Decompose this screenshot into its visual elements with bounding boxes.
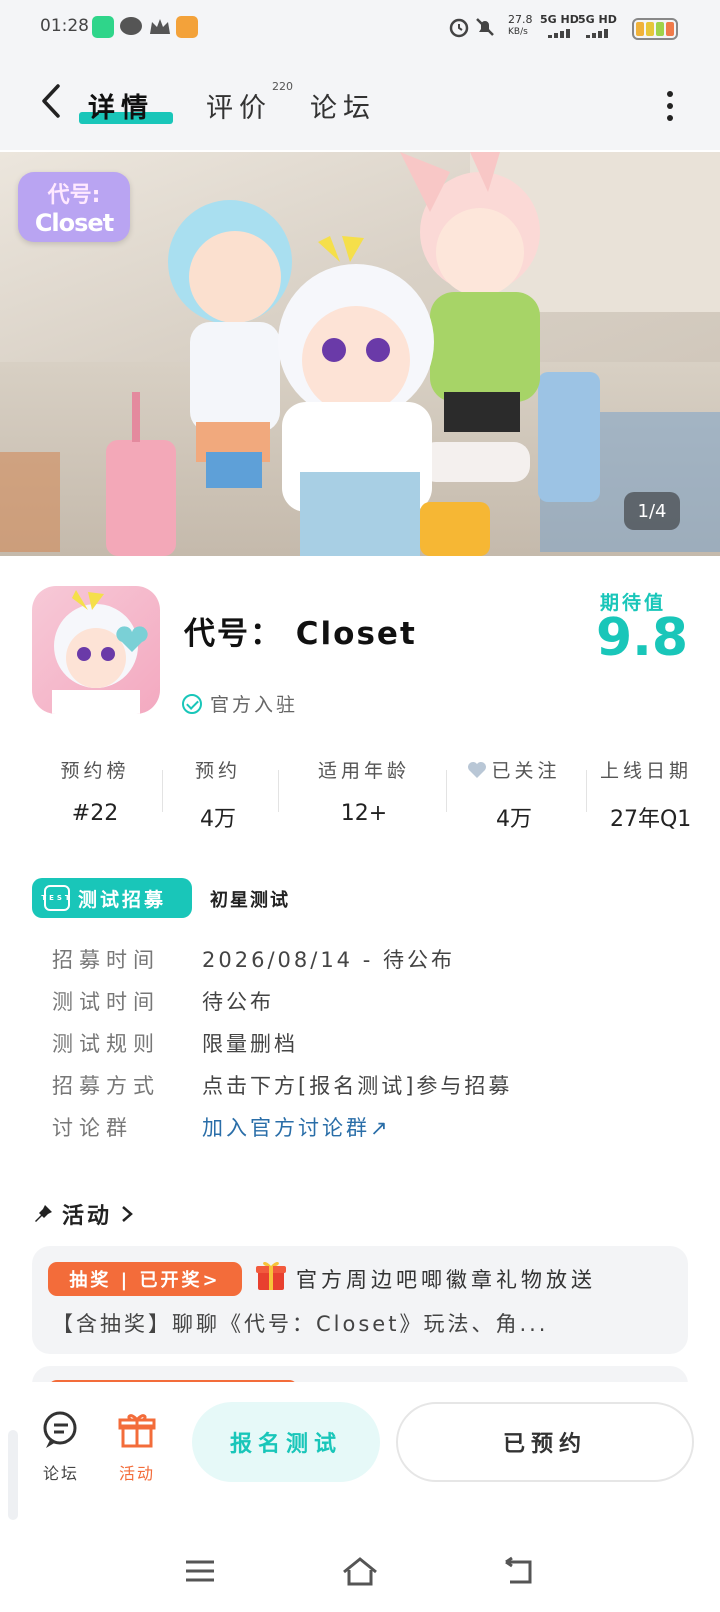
gift-box-icon	[118, 1414, 156, 1448]
official-verified: 官方入驻	[182, 690, 298, 717]
back-nav-icon[interactable]	[502, 1556, 536, 1586]
battery-icon	[632, 18, 678, 40]
status-time: 01:28	[40, 16, 89, 36]
expectation-score: 9.8	[596, 608, 689, 668]
test-recruitment-badge: TEST 测试招募	[32, 878, 192, 918]
system-nav-bar	[0, 1532, 720, 1612]
reviews-count-badge: 220	[272, 80, 293, 93]
app-notification-icon	[92, 16, 114, 38]
message-icon	[120, 17, 142, 35]
tab-reviews[interactable]: 评价	[206, 86, 272, 125]
stats-row: 预约榜 #22 预约 4万 适用年龄 12+ 已关注 4万 上线日期 27年Q1	[0, 756, 720, 836]
forum-chat-icon	[43, 1411, 77, 1448]
signal-bars-1	[548, 28, 572, 38]
stat-age-rating[interactable]: 适用年龄 12+	[298, 756, 430, 826]
test-icon: TEST	[41, 885, 70, 911]
join-test-button[interactable]: 报名测试	[192, 1402, 380, 1482]
stat-rank[interactable]: 预约榜 #22	[40, 756, 150, 826]
more-menu-icon[interactable]	[664, 88, 676, 124]
hero-banner[interactable]: 代号: Closet 1/4	[0, 152, 720, 556]
chevron-right-icon	[122, 1206, 133, 1222]
alarm-icon	[449, 18, 469, 38]
game-app-icon	[32, 586, 160, 714]
signal-2: 5G HD	[578, 13, 617, 26]
stat-reservations: 预约 4万	[194, 760, 241, 832]
forum-button[interactable]: 论坛	[36, 1410, 86, 1484]
home-icon[interactable]	[340, 1556, 380, 1588]
stat-followed[interactable]: 已关注 4万	[456, 756, 572, 833]
stat-launch-date: 上线日期 27年Q1	[600, 760, 693, 832]
mute-bell-icon	[476, 18, 494, 36]
crown-icon	[150, 19, 170, 34]
info-row-discussion-group: 讨论群 加入官方讨论群↗	[52, 1112, 391, 1142]
signal-1: 5G HD	[540, 13, 579, 26]
game-logo-overlay: 代号: Closet	[18, 172, 130, 242]
activity-header[interactable]: 活动	[34, 1198, 134, 1230]
gift-icon	[256, 1261, 286, 1290]
image-pager: 1/4	[624, 492, 680, 530]
info-row-recruit-method: 招募方式 点击下方[报名测试]参与招募	[52, 1074, 513, 1098]
heart-icon	[468, 761, 487, 778]
signal-bars-2	[586, 28, 610, 38]
tab-forum[interactable]: 论坛	[310, 86, 376, 125]
game-title: 代号： Closet	[184, 616, 417, 652]
check-circle-icon	[182, 693, 202, 714]
activity-card-subtitle: 【含抽奖】聊聊《代号：Closet》玩法、角...	[52, 1312, 549, 1336]
info-row-recruit-time: 招募时间 2026/08/14 - 待公布	[52, 948, 455, 972]
back-arrow-icon[interactable]	[36, 80, 66, 122]
video-app-icon	[176, 16, 198, 38]
tab-details[interactable]: 详情	[88, 86, 154, 125]
activity-card-title: 官方周边吧唧徽章礼物放送	[296, 1268, 596, 1292]
activity-tab-button[interactable]: 活动	[112, 1410, 162, 1484]
test-type: 初星测试	[210, 890, 290, 911]
info-row-test-rules: 测试规则 限量删档	[52, 1032, 298, 1056]
menu-icon[interactable]	[184, 1556, 216, 1586]
side-handle[interactable]	[8, 1430, 18, 1520]
info-row-test-time: 测试时间 待公布	[52, 990, 274, 1014]
net-speed: 27.8 KB/s	[508, 13, 533, 38]
pin-icon	[35, 1205, 52, 1222]
lottery-tag: 抽奖 | 已开奖>	[48, 1262, 242, 1296]
join-group-link[interactable]: 加入官方讨论群↗	[202, 1112, 391, 1142]
reserved-button[interactable]: 已预约	[396, 1402, 694, 1482]
